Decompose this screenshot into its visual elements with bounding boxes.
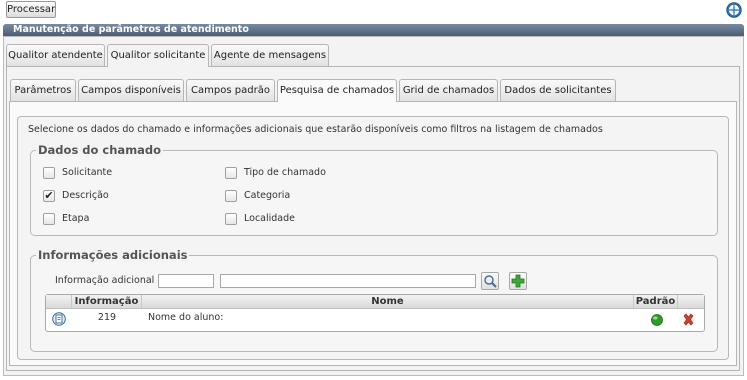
row-details-icon[interactable]: [52, 312, 66, 326]
window-title: Manutenção de parâmetros de atendimento: [3, 24, 744, 36]
process-button[interactable]: Processar: [6, 1, 56, 18]
tab-qualitor-solicitante[interactable]: Qualitor solicitante: [107, 44, 209, 67]
checkbox-tipo-chamado-label: Tipo de chamado: [244, 167, 326, 178]
tab-campos-padrao[interactable]: Campos padrão: [186, 79, 275, 101]
cell-nome: Nome do aluno:: [148, 312, 224, 323]
search-button[interactable]: [481, 272, 499, 290]
checkbox-tipo-chamado[interactable]: [225, 167, 237, 179]
grid-header-blank: [46, 295, 72, 309]
grid-header-informacao[interactable]: Informação: [72, 295, 142, 309]
check-icon: ✔: [44, 189, 54, 202]
tab-dados-solicitantes[interactable]: Dados de solicitantes: [500, 79, 616, 101]
grid-header-nome[interactable]: Nome: [142, 295, 634, 309]
dados-chamado-fieldset: [30, 150, 718, 236]
plus-icon: [511, 274, 525, 288]
checkbox-localidade[interactable]: [225, 213, 237, 225]
grid-header-padrao[interactable]: Padrão: [634, 295, 678, 309]
add-button[interactable]: [509, 272, 527, 290]
informacao-name-input[interactable]: [220, 274, 476, 288]
checkbox-solicitante[interactable]: [43, 167, 55, 179]
informacoes-legend: Informações adicionais: [36, 248, 190, 262]
grid-header-actions: [678, 295, 704, 309]
checkbox-solicitante-label: Solicitante: [62, 167, 113, 178]
tab-agente-mensagens[interactable]: Agente de mensagens: [211, 44, 329, 66]
checkbox-categoria[interactable]: [225, 190, 237, 202]
tab-grid-chamados[interactable]: Grid de chamados: [399, 79, 498, 101]
informacoes-grid: Informação Nome Padrão 219 Nome do aluno…: [45, 294, 705, 332]
tab-parametros[interactable]: Parâmetros: [10, 79, 76, 101]
description-text: Selecione os dados do chamado e informaç…: [28, 124, 603, 135]
checkbox-localidade-label: Localidade: [244, 213, 295, 224]
dados-chamado-legend: Dados do chamado: [36, 143, 164, 157]
informacao-adicional-label: Informação adicional :: [55, 275, 161, 286]
checkbox-etapa-label: Etapa: [62, 213, 90, 224]
help-icon[interactable]: [726, 2, 742, 18]
checkbox-etapa[interactable]: [43, 213, 55, 225]
delete-icon[interactable]: [682, 313, 695, 326]
tab-pesquisa-chamados[interactable]: Pesquisa de chamados: [277, 79, 397, 102]
checkbox-categoria-label: Categoria: [244, 190, 291, 201]
tab-campos-disponiveis[interactable]: Campos disponíveis: [78, 79, 184, 101]
checkbox-descricao[interactable]: ✔: [43, 190, 55, 202]
cell-informacao: 219: [97, 312, 117, 323]
search-icon: [484, 275, 497, 288]
checkbox-descricao-label: Descrição: [62, 190, 109, 201]
informacao-code-input[interactable]: [158, 274, 214, 288]
padrao-indicator-icon[interactable]: [650, 313, 664, 327]
tab-qualitor-atendente[interactable]: Qualitor atendente: [6, 44, 105, 66]
